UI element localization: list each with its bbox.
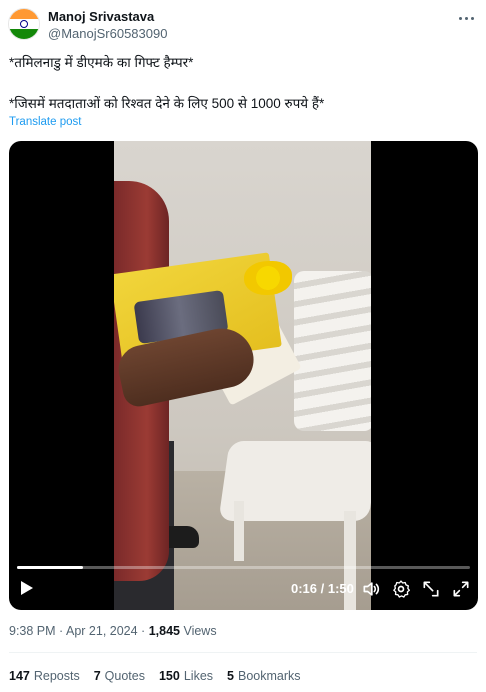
- post-meta: 9:38 PM · Apr 21, 2024 · 1,845 Views: [9, 624, 217, 638]
- ashoka-chakra-icon: [20, 20, 28, 28]
- bookmarks-stat[interactable]: 5 Bookmarks: [227, 669, 300, 683]
- play-icon[interactable]: [21, 581, 33, 595]
- video-time: 0:16 / 1:50: [291, 581, 354, 596]
- user-handle[interactable]: @ManojSr60583090: [48, 25, 167, 42]
- likes-stat[interactable]: 150 Likes: [159, 669, 213, 683]
- video-frame: [114, 141, 371, 610]
- video-progress-fill: [17, 566, 83, 569]
- dot-icon: [470, 16, 474, 20]
- post-header: Manoj Srivastava @ManojSr60583090: [8, 6, 478, 46]
- author-names: Manoj Srivastava @ManojSr60583090: [48, 8, 167, 42]
- video-player[interactable]: 0:16 / 1:50: [9, 141, 478, 610]
- views-count: 1,845: [148, 624, 180, 638]
- bookmarks-count: 5: [227, 669, 234, 683]
- more-options-icon[interactable]: [454, 10, 478, 26]
- reposts-stat[interactable]: 147 Reposts: [9, 669, 80, 683]
- translate-post-link[interactable]: Translate post: [9, 116, 81, 128]
- post-text-line-2: *जिसमें मतदाताओं को रिश्वत देने के लिए 5…: [9, 96, 325, 111]
- bookmarks-label: Bookmarks: [237, 669, 301, 683]
- settings-gear-icon[interactable]: [391, 579, 411, 599]
- likes-count: 150: [158, 669, 180, 683]
- dot-icon: [458, 16, 462, 20]
- time-separator: /: [317, 581, 328, 596]
- chair-back: [294, 271, 371, 431]
- display-name[interactable]: Manoj Srivastava: [48, 8, 167, 25]
- video-controls: 0:16 / 1:50: [9, 570, 478, 610]
- flag-saffron-band: [9, 9, 39, 19]
- quotes-stat[interactable]: 7 Quotes: [94, 669, 145, 683]
- dot-icon: [464, 16, 468, 20]
- likes-label: Likes: [183, 669, 214, 683]
- meta-separator: ·: [137, 624, 149, 638]
- meta-separator: ·: [55, 624, 66, 638]
- duration: 1:50: [327, 581, 354, 596]
- reposts-label: Reposts: [33, 669, 80, 683]
- divider: [9, 652, 477, 653]
- volume-icon[interactable]: [361, 579, 381, 599]
- pop-out-icon[interactable]: [421, 579, 441, 599]
- flag-green-band: [9, 29, 39, 39]
- views-label: Views: [183, 624, 217, 638]
- current-time: 0:16: [291, 581, 318, 596]
- fullscreen-icon[interactable]: [451, 579, 471, 599]
- post-text-line-1: *तमिलनाडु में डीएमके का गिफ्ट हैम्पर*: [9, 55, 194, 70]
- reposts-count: 147: [9, 669, 30, 683]
- post-time[interactable]: 9:38 PM: [9, 624, 56, 638]
- video-progress-bar[interactable]: [17, 566, 470, 569]
- chair-leg: [234, 501, 244, 561]
- quotes-count: 7: [93, 669, 101, 683]
- post-stats: 147 Reposts 7 Quotes 150 Likes 5 Bookmarks: [9, 669, 301, 683]
- post-date[interactable]: Apr 21, 2024: [66, 624, 138, 638]
- quotes-label: Quotes: [104, 669, 145, 683]
- avatar[interactable]: [8, 8, 40, 40]
- gift-bow: [244, 261, 292, 295]
